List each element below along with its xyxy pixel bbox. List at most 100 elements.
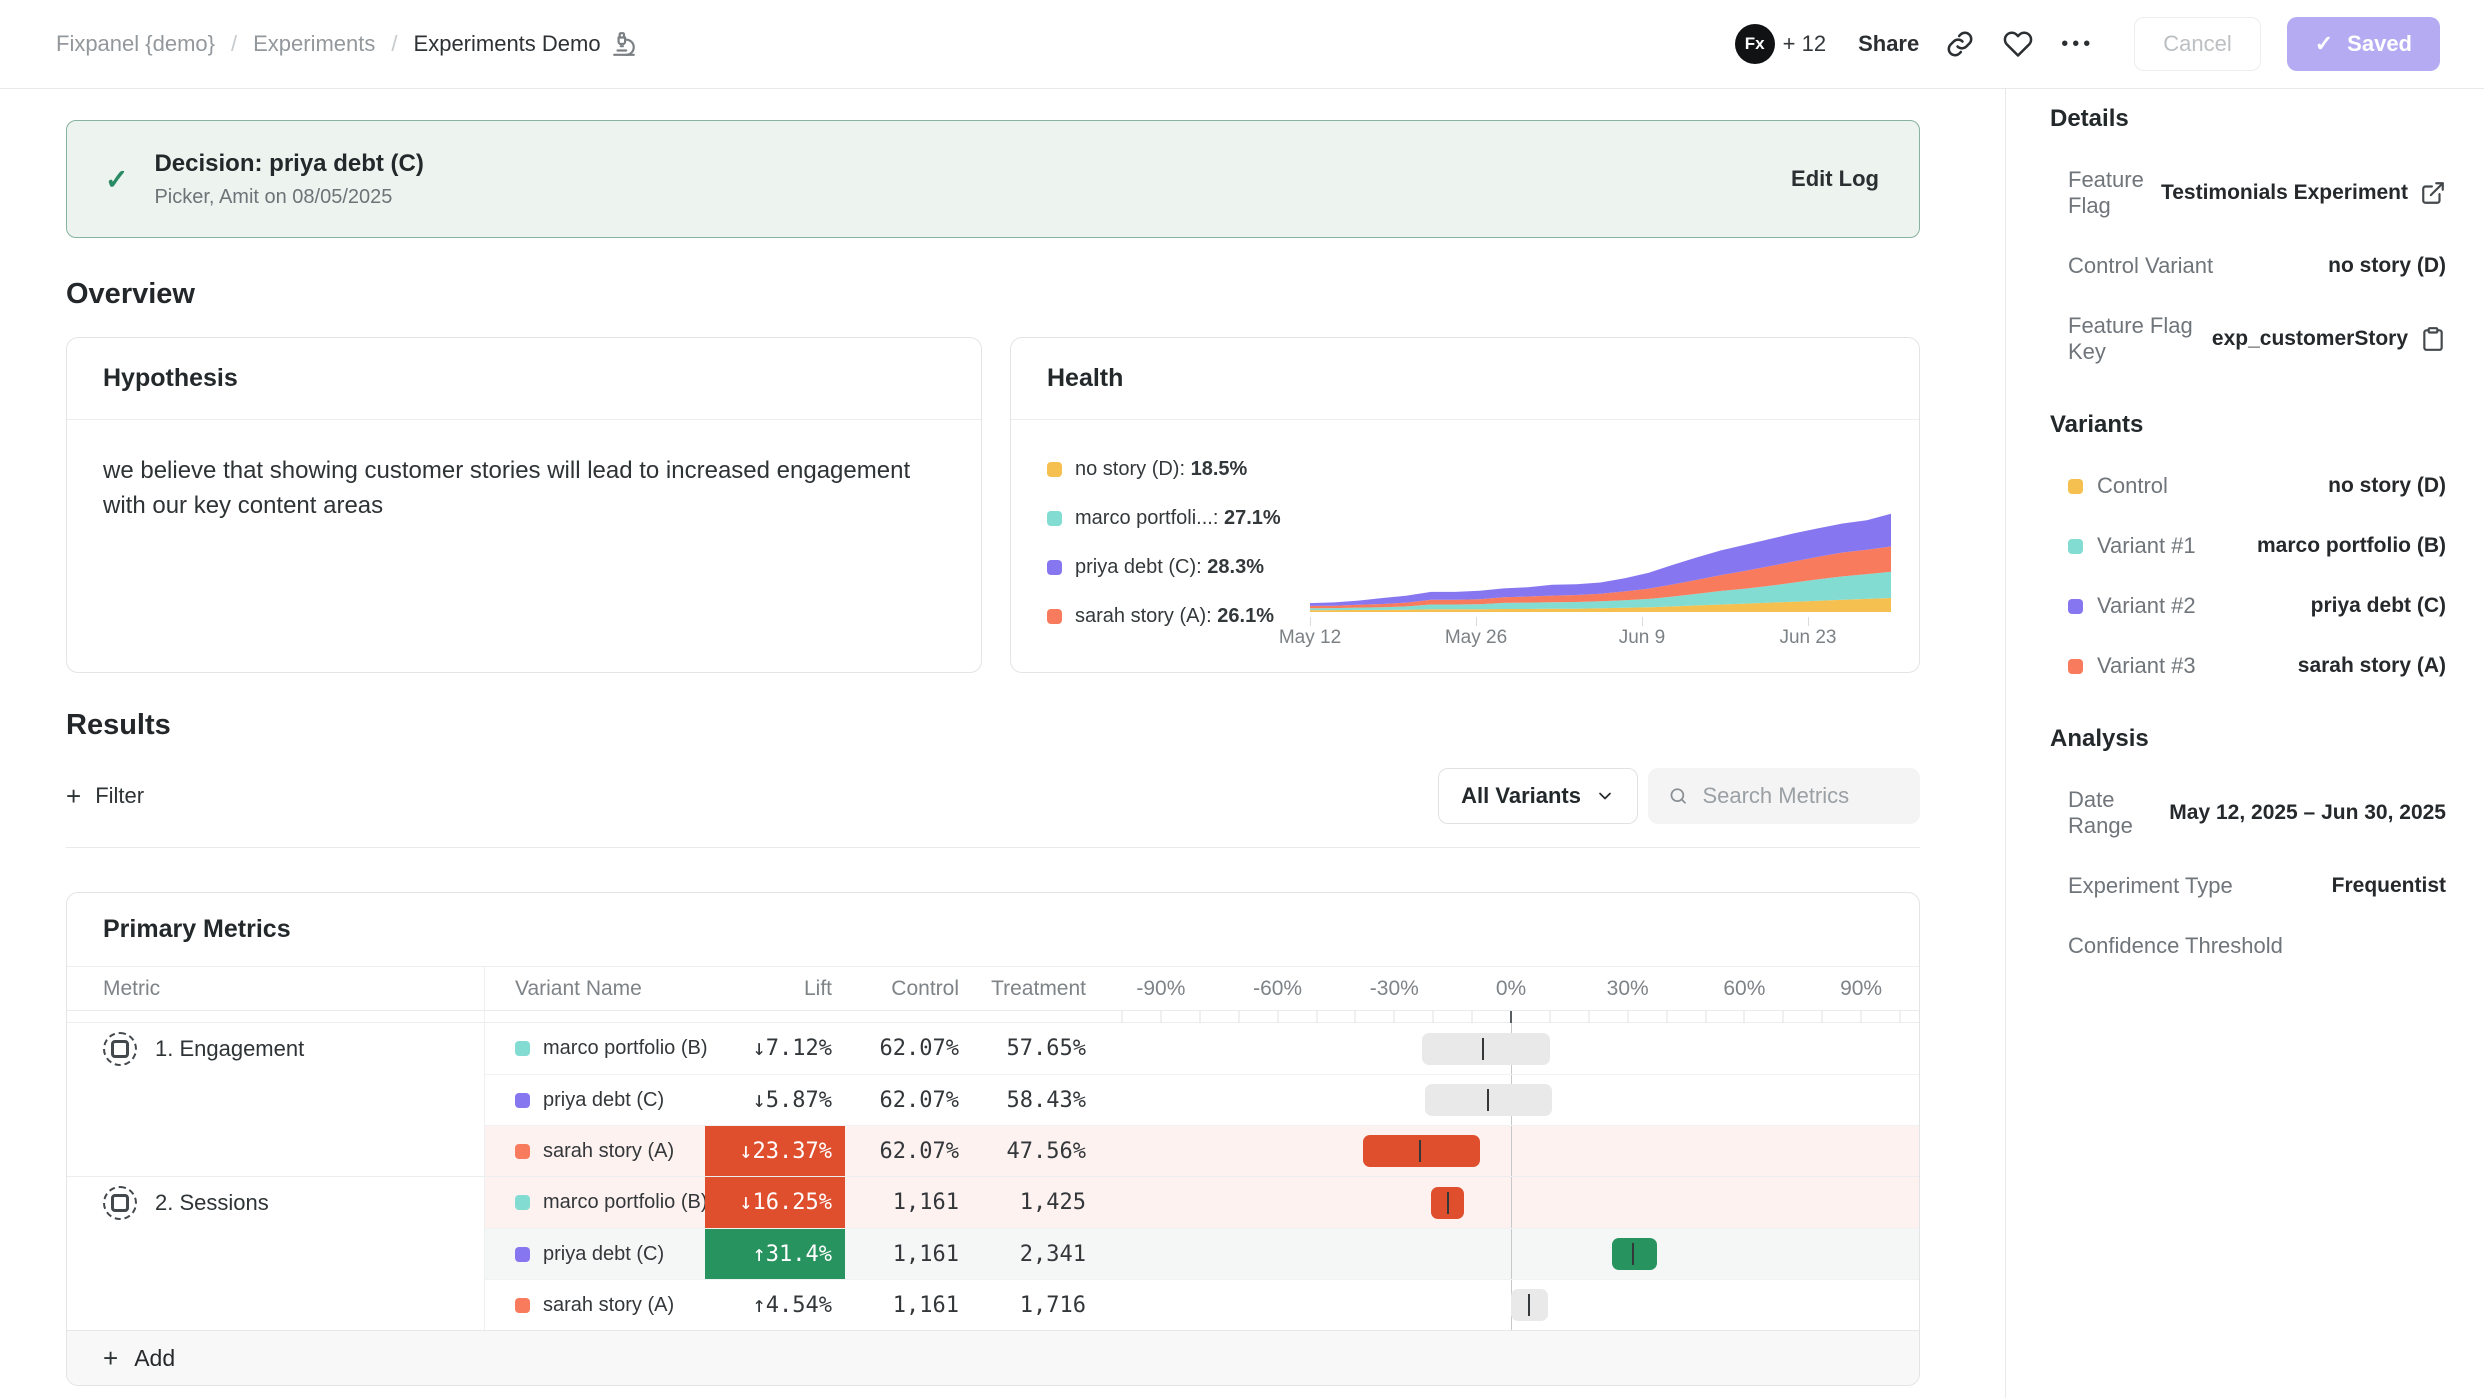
metric-cell[interactable]: 2. Sessions: [67, 1177, 484, 1228]
axis-tick: [1588, 1011, 1589, 1023]
variants-dropdown[interactable]: All Variants: [1438, 768, 1638, 824]
axis-tick: [1822, 1011, 1823, 1023]
health-chart: May 12 May 26 Jun 9 Jun 23: [1310, 509, 1891, 654]
axis-tick: [1433, 1011, 1434, 1023]
variant-row[interactable]: sarah story (A) ↑4.54% 1,161 1,716: [485, 1279, 1919, 1330]
share-button[interactable]: Share: [1858, 31, 1919, 57]
variant-row[interactable]: marco portfolio (B) ↓7.12% 62.07% 57.65%: [485, 1023, 1919, 1074]
health-area-chart: [1310, 509, 1891, 612]
lift-cell: ↓5.87%: [705, 1075, 845, 1125]
hypothesis-card: Hypothesis we believe that showing custo…: [66, 337, 982, 673]
add-metric-button[interactable]: + Add: [67, 1330, 1919, 1385]
confidence-interval-cell: [1092, 1126, 1919, 1176]
x-axis-tick: [1808, 617, 1809, 626]
column-header-lift: Lift: [705, 977, 845, 1001]
x-axis-label: Jun 23: [1779, 627, 1836, 649]
axis-tick: [1160, 1011, 1161, 1023]
axis-tick: [1355, 1011, 1356, 1023]
top-bar: Fixpanel {demo} / Experiments / Experime…: [0, 0, 2484, 89]
health-card: Health no story (D): 18.5% marco portfol…: [1010, 337, 1920, 673]
saved-button[interactable]: ✓ Saved: [2287, 17, 2440, 71]
variant-row[interactable]: sarah story (A) ↓23.37% 62.07% 47.56%: [485, 1125, 1919, 1176]
details-heading: Details: [2050, 105, 2446, 133]
variant-mapping-row: Variant #2 priya debt (C): [2068, 593, 2446, 619]
axis-tick: [1744, 1011, 1745, 1023]
treatment-value: 57.65%: [965, 1023, 1092, 1074]
analysis-label: Confidence Threshold: [2068, 933, 2283, 959]
legend-name: priya debt (C): [1075, 556, 1196, 578]
variant-slot-label: Control: [2097, 473, 2168, 499]
confidence-interval-bar: [1612, 1238, 1657, 1270]
avatar[interactable]: Fx: [1735, 24, 1775, 64]
primary-metrics-card: Primary Metrics Metric Variant Name Lift…: [66, 892, 1920, 1386]
analysis-label: Experiment Type: [2068, 873, 2233, 899]
right-sidebar: Details Feature Flag Testimonials Experi…: [2005, 89, 2484, 1398]
copy-link-icon[interactable]: [1945, 28, 1977, 60]
lift-mean-marker: [1632, 1243, 1634, 1265]
legend-item: priya debt (C): 28.3%: [1047, 556, 1310, 579]
search-metrics-input[interactable]: [1702, 783, 1900, 809]
variant-name: priya debt (C): [543, 1089, 664, 1112]
axis-tick: [1783, 1011, 1784, 1023]
metric-name: 2. Sessions: [155, 1190, 269, 1216]
treatment-value: 47.56%: [965, 1126, 1092, 1176]
primary-metrics-title: Primary Metrics: [67, 893, 1919, 966]
external-link-icon[interactable]: [2420, 180, 2446, 206]
axis-tick: [1900, 1011, 1901, 1023]
breadcrumb-project[interactable]: Fixpanel {demo}: [56, 31, 215, 57]
lift-value: ↓23.37%: [705, 1126, 845, 1176]
page-title: Experiments Demo: [414, 31, 601, 57]
variant-name: sarah story (A): [543, 1140, 674, 1163]
axis-tick: [1666, 1011, 1667, 1023]
variant-row[interactable]: priya debt (C) ↓5.87% 62.07% 58.43%: [485, 1074, 1919, 1125]
zero-line: [1511, 1229, 1512, 1279]
zero-line: [1511, 1126, 1512, 1176]
breadcrumb-experiments[interactable]: Experiments: [253, 31, 375, 57]
treatment-value: 58.43%: [965, 1075, 1092, 1125]
treatment-value: 1,425: [965, 1177, 1092, 1228]
legend-value: 28.3%: [1207, 556, 1264, 578]
variant-swatch: [2068, 539, 2083, 554]
variant-swatch: [2068, 659, 2083, 674]
lift-cell: ↓23.37%: [705, 1126, 845, 1176]
collaborators-count[interactable]: + 12: [1783, 31, 1826, 57]
cancel-button[interactable]: Cancel: [2134, 17, 2260, 71]
add-filter-button[interactable]: + Filter: [66, 783, 144, 809]
variant-swatch: [515, 1298, 530, 1313]
legend-swatch: [1047, 560, 1062, 575]
edit-log-button[interactable]: Edit Log: [1791, 166, 1879, 192]
variant-mapping-value: marco portfolio (B): [2257, 534, 2446, 558]
control-value: 62.07%: [845, 1075, 965, 1125]
lift-axis-tick-label: 0%: [1496, 977, 1526, 1001]
variant-cell: marco portfolio (B): [485, 1023, 705, 1074]
x-axis-tick: [1476, 617, 1477, 626]
clipboard-icon[interactable]: [2420, 326, 2446, 352]
favorite-heart-icon[interactable]: [2003, 28, 2035, 60]
treatment-value: 1,716: [965, 1280, 1092, 1330]
variant-mapping-row: Variant #3 sarah story (A): [2068, 653, 2446, 679]
x-axis-tick: [1310, 617, 1311, 626]
detail-label: Control Variant: [2068, 253, 2213, 279]
lift-value: ↓7.12%: [705, 1023, 845, 1074]
confidence-interval-cell: [1092, 1229, 1919, 1279]
detail-row: Feature Flag Key exp_customerStory: [2068, 313, 2446, 365]
analysis-value: Frequentist: [2332, 874, 2446, 898]
variant-cell: sarah story (A): [485, 1126, 705, 1176]
axis-tick: [1199, 1011, 1200, 1023]
variant-mapping-value: sarah story (A): [2298, 654, 2446, 678]
decision-title: Decision: priya debt (C): [154, 150, 423, 178]
column-header-control: Control: [845, 977, 965, 1001]
variant-swatch: [515, 1247, 530, 1262]
variant-row[interactable]: priya debt (C) ↑31.4% 1,161 2,341: [485, 1228, 1919, 1279]
analysis-heading: Analysis: [2050, 725, 2446, 753]
variant-row[interactable]: marco portfolio (B) ↓16.25% 1,161 1,425: [485, 1177, 1919, 1228]
more-options-button[interactable]: •••: [2061, 33, 2094, 56]
lift-mean-marker: [1528, 1294, 1530, 1316]
metrics-table-body: 1. Engagement marco portfolio (B) ↓7.12%…: [67, 1022, 1919, 1330]
axis-tick: [1122, 1011, 1123, 1023]
confidence-interval-cell: [1092, 1177, 1919, 1228]
analysis-value: May 12, 2025 – Jun 30, 2025: [2169, 801, 2446, 825]
metric-cell[interactable]: 1. Engagement: [67, 1023, 484, 1074]
detail-row: Control Variant no story (D): [2068, 253, 2446, 279]
control-value: 1,161: [845, 1280, 965, 1330]
